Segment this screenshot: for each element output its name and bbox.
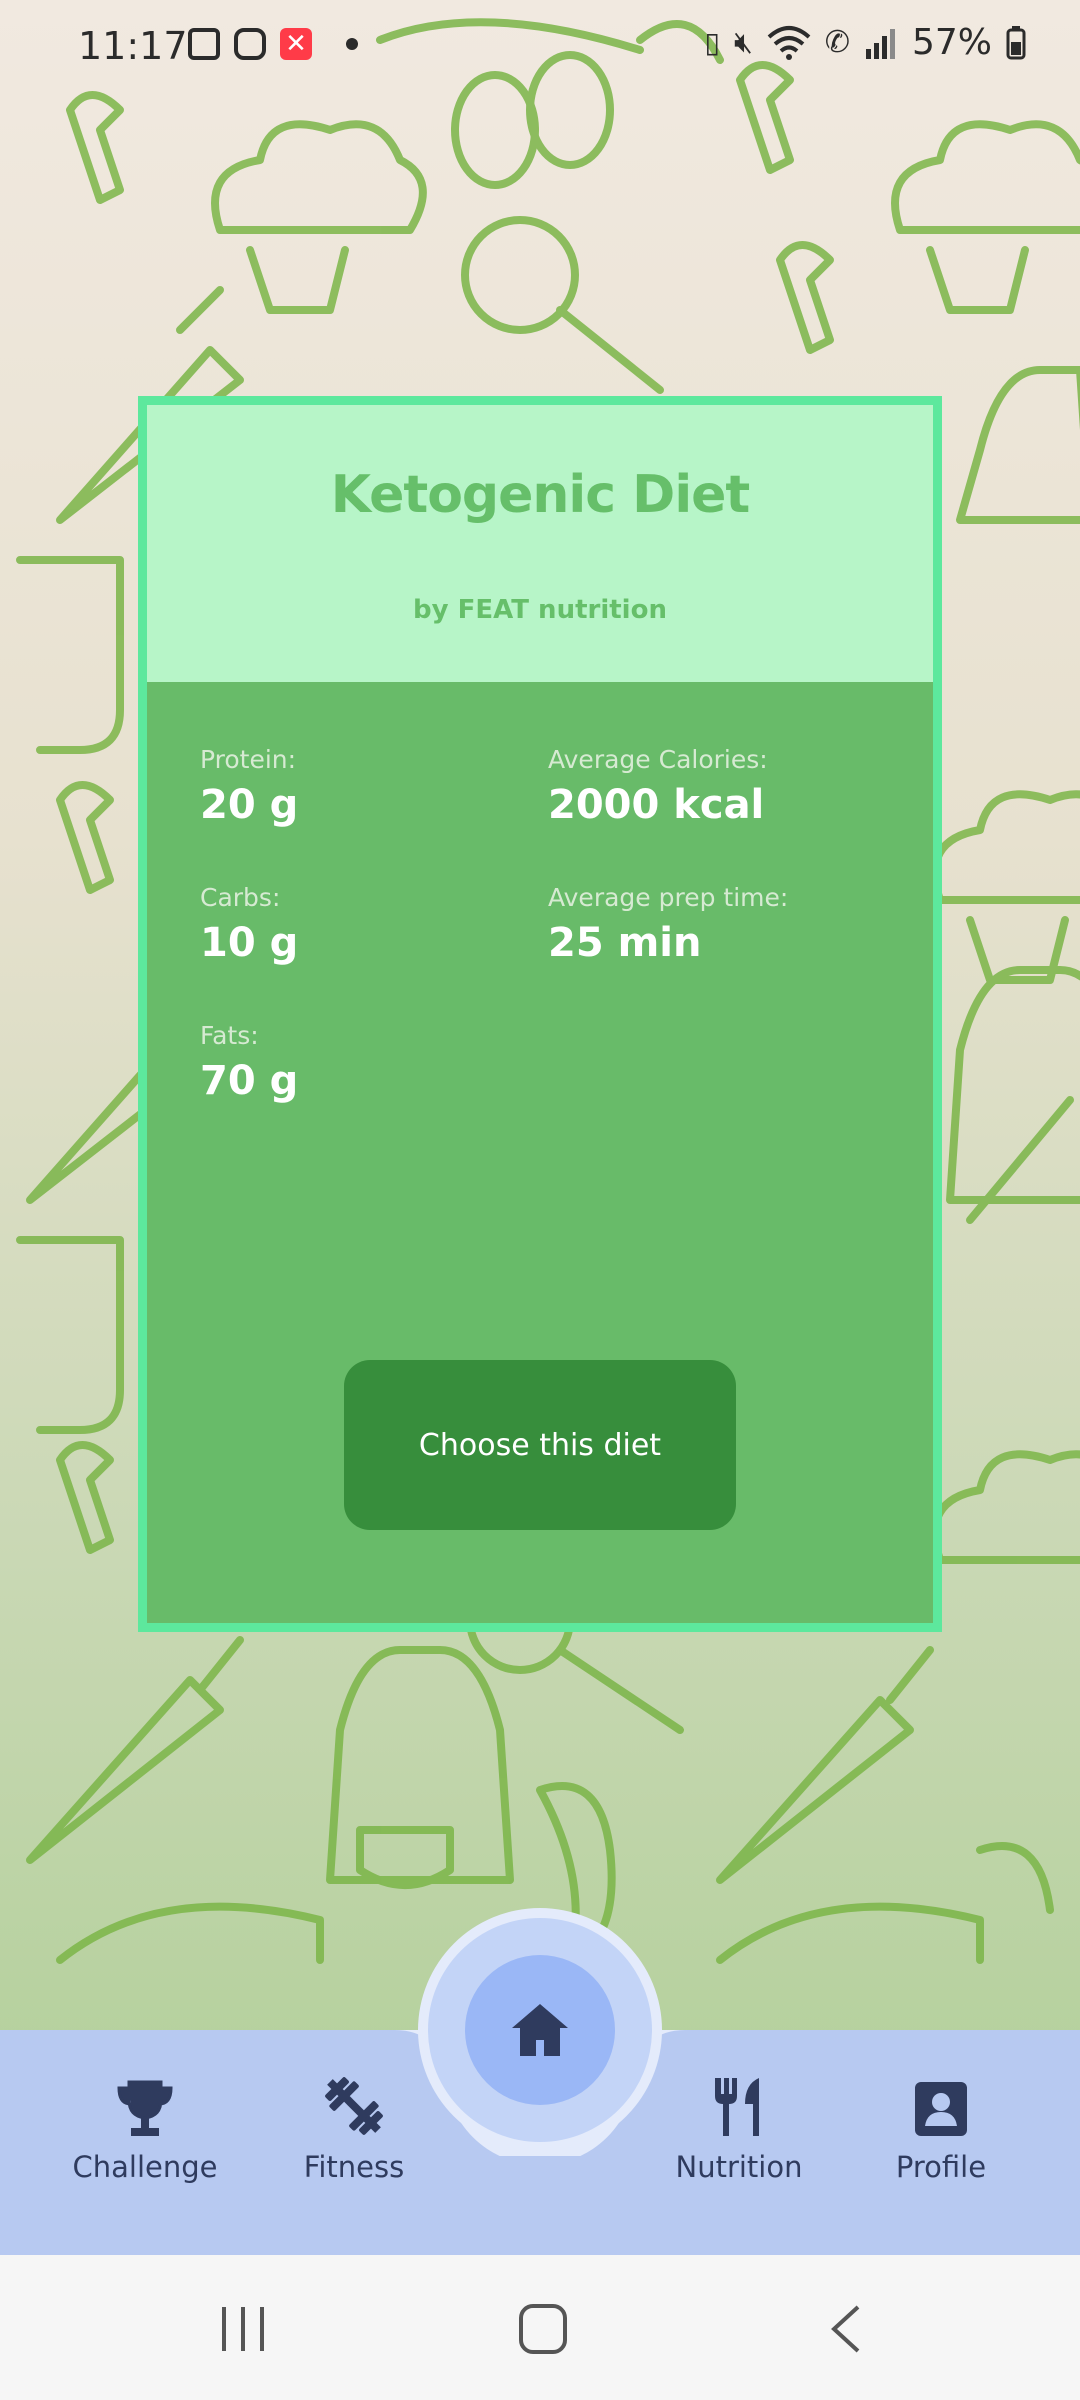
notification-icons: ✕ <box>188 28 358 60</box>
trophy-icon <box>117 2080 173 2136</box>
wifi-call-icon: ✆ <box>824 25 850 60</box>
nav-label: Challenge <box>72 2150 218 2184</box>
wifi-icon <box>767 25 811 60</box>
blocked-app-icon: ✕ <box>280 28 312 60</box>
nav-label: Nutrition <box>675 2150 803 2184</box>
diet-title: Ketogenic Diet <box>330 465 751 525</box>
stat-protein: Protein: 20 g <box>200 745 298 828</box>
recent-apps-icon[interactable] <box>218 2305 268 2353</box>
nav-label: Profile <box>895 2150 987 2184</box>
stat-label: Fats: <box>200 1021 259 1050</box>
stat-fats: Fats: 70 g <box>200 1021 298 1104</box>
battery-saver-icon: ▯ <box>704 26 720 59</box>
signal-icon <box>865 28 895 59</box>
profile-icon <box>915 2082 967 2136</box>
stat-value: 20 g <box>200 782 299 828</box>
stat-label: Protein: <box>200 745 297 774</box>
choose-diet-button[interactable]: Choose this diet <box>344 1360 736 1530</box>
home-button[interactable] <box>465 1955 615 2105</box>
battery-percentage: 57% <box>911 22 992 63</box>
stat-value: 2000 kcal <box>548 782 765 828</box>
dot-icon <box>346 38 358 50</box>
diet-card-header: Ketogenic Diet by FEAT nutrition <box>147 405 933 682</box>
stat-carbs: Carbs: 10 g <box>200 883 298 966</box>
utensils-icon <box>715 2078 759 2136</box>
back-icon[interactable] <box>828 2303 864 2355</box>
stat-value: 70 g <box>200 1058 299 1104</box>
dumbbell-icon <box>325 2077 383 2135</box>
nav-item-fitness[interactable]: Fitness <box>264 2076 444 2184</box>
stat-label: Average prep time: <box>548 883 789 912</box>
stat-calories: Average Calories: 2000 kcal <box>548 745 768 828</box>
battery-icon <box>1006 25 1026 59</box>
status-bar: 11:17 ✕ ▯ 🔇︎ ✆ 57% <box>0 0 1080 96</box>
status-time: 11:17 <box>78 24 188 68</box>
stat-label: Average Calories: <box>548 745 768 774</box>
stat-prep-time: Average prep time: 25 min <box>548 883 788 966</box>
home-button-icon[interactable] <box>518 2303 568 2355</box>
nav-label: Fitness <box>303 2150 405 2184</box>
stat-label: Carbs: <box>200 883 281 912</box>
nav-item-nutrition[interactable]: Nutrition <box>649 2076 829 2184</box>
stat-value: 10 g <box>200 920 299 966</box>
diet-author: by FEAT nutrition <box>413 595 667 625</box>
system-status-icons: ▯ 🔇︎ ✆ 57% <box>705 22 1026 63</box>
diet-card: Ketogenic Diet by FEAT nutrition Protein… <box>138 396 942 1632</box>
mute-icon: 🔇︎ <box>733 25 753 60</box>
image-icon <box>188 28 220 60</box>
stat-value: 25 min <box>548 920 702 966</box>
system-navigation-bar <box>0 2255 1080 2400</box>
instagram-icon <box>234 28 266 60</box>
nav-item-challenge[interactable]: Challenge <box>55 2076 235 2184</box>
nav-item-profile[interactable]: Profile <box>851 2076 1031 2184</box>
home-icon <box>512 2004 568 2056</box>
